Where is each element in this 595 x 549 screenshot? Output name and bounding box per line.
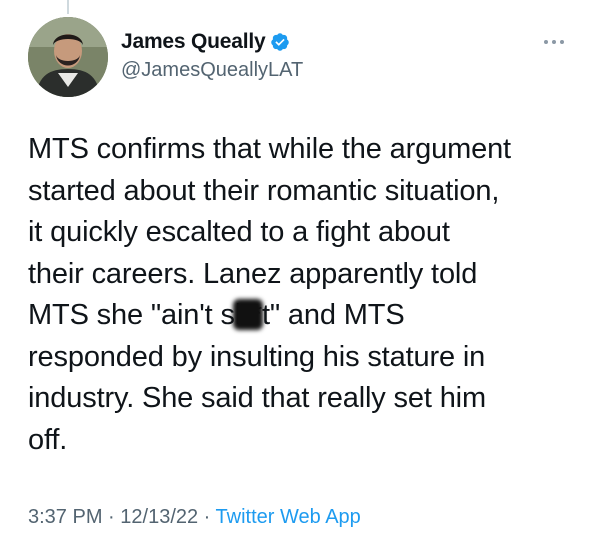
tweet-line: responded by insulting his stature in — [28, 340, 486, 373]
tweet-line: off. — [28, 423, 68, 456]
redaction-scribble — [233, 299, 264, 330]
author-handle[interactable]: @JamesQueallyLAT — [121, 57, 303, 83]
tweet-line: MTS confirms that while the argument — [28, 133, 511, 165]
author-display-name[interactable]: James Queally — [121, 29, 266, 55]
more-options-icon[interactable] — [542, 36, 566, 48]
tweet-line: industry. She said that really set him — [28, 382, 486, 414]
meta-separator: · — [102, 506, 121, 528]
tweet-line-with-redaction: MTS she "ain't sh*t" and MTS — [28, 295, 573, 337]
verified-badge-icon[interactable] — [270, 32, 290, 52]
redacted-word: sh*t — [220, 295, 270, 337]
tweet-time[interactable]: 3:37 PM — [28, 506, 102, 528]
thread-connector-line — [67, 0, 69, 14]
tweet-text-segment: MTS she "ain't — [28, 299, 221, 331]
tweet-text-segment: " and MTS — [269, 299, 405, 331]
tweet-body: MTS confirms that while the argument sta… — [28, 129, 573, 461]
tweet-date[interactable]: 12/13/22 — [120, 506, 198, 528]
tweet-line: their careers. Lanez apparently told — [28, 257, 478, 290]
tweet-line: started about their romantic situation, — [28, 174, 500, 207]
avatar-photo — [28, 17, 108, 97]
avatar[interactable] — [28, 17, 108, 97]
tweet-source-link[interactable]: Twitter Web App — [216, 506, 361, 528]
tweet-line: it quickly escalted to a fight about — [28, 216, 450, 248]
meta-separator: · — [198, 506, 216, 528]
tweet-meta: 3:37 PM · 12/13/22 · Twitter Web App — [28, 504, 361, 530]
author-name-row: James Queally — [121, 29, 290, 55]
